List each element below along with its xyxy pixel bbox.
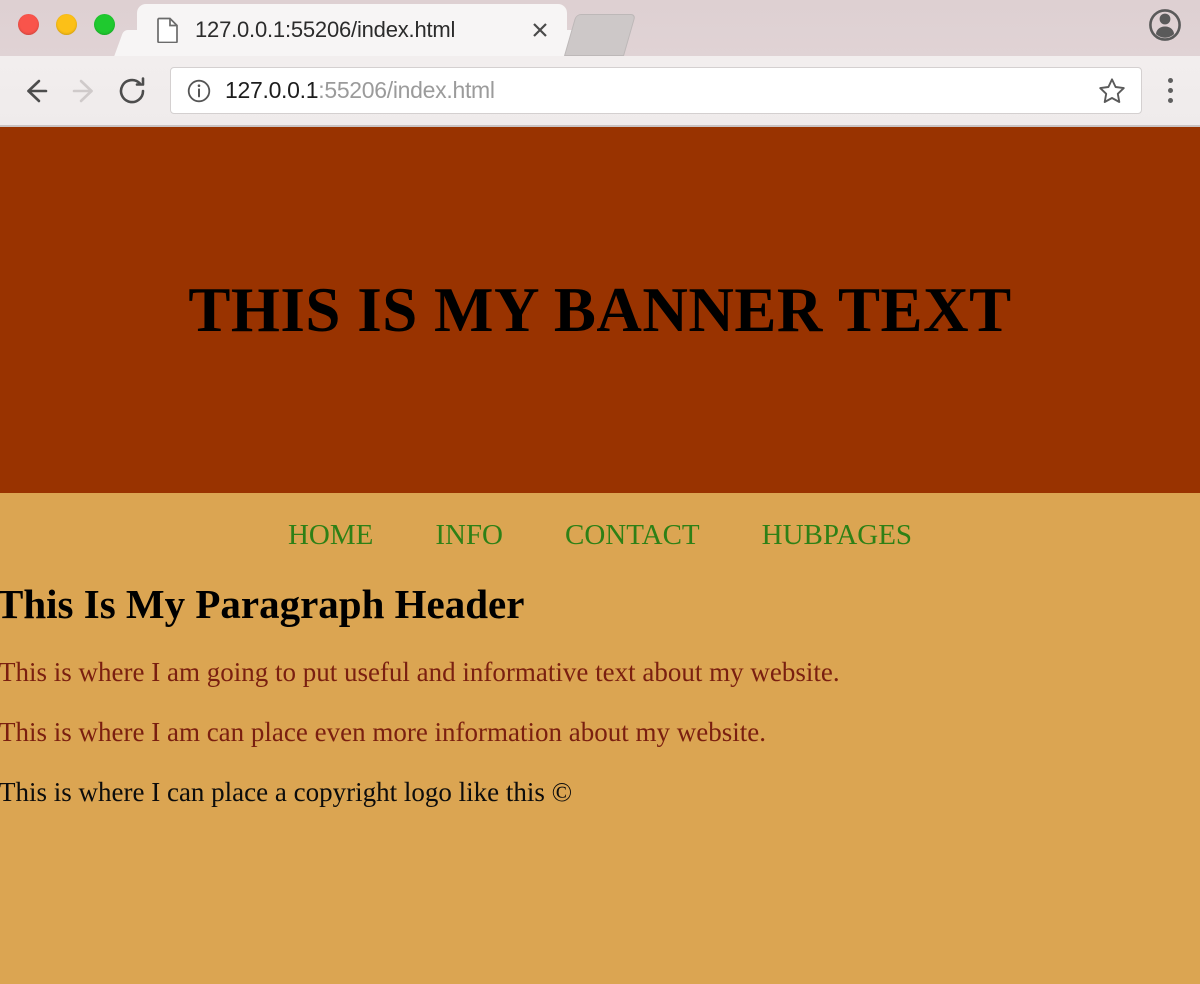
close-window-button[interactable] <box>18 14 39 35</box>
webpage-viewport: THIS IS MY BANNER TEXT HOME INFO CONTACT… <box>0 127 1200 984</box>
address-bar-url: 127.0.0.1:55206/index.html <box>225 77 1097 104</box>
browser-chrome: 127.0.0.1:55206/index.html 127.0.0.1:552… <box>0 0 1200 127</box>
back-icon[interactable] <box>12 67 60 115</box>
browser-toolbar: 127.0.0.1:55206/index.html <box>0 56 1200 127</box>
banner-heading: THIS IS MY BANNER TEXT <box>188 274 1012 345</box>
body-paragraph: This is where I am can place even more i… <box>0 717 766 747</box>
reload-icon[interactable] <box>108 67 156 115</box>
nav-link-info[interactable]: INFO <box>435 519 503 552</box>
browser-tab-title: 127.0.0.1:55206/index.html <box>195 17 456 42</box>
browser-menu-icon[interactable] <box>1152 69 1188 113</box>
url-path: :55206/index.html <box>318 77 495 103</box>
bookmark-star-icon[interactable] <box>1097 76 1127 106</box>
url-host: 127.0.0.1 <box>225 77 319 103</box>
menu-dot <box>1167 88 1173 93</box>
page-icon <box>157 17 179 44</box>
browser-tab-inactive[interactable] <box>563 14 637 56</box>
window-controls <box>18 14 115 35</box>
menu-dot <box>1167 78 1173 83</box>
address-bar[interactable]: 127.0.0.1:55206/index.html <box>170 67 1142 114</box>
nav-link-hubpages[interactable]: HUBPAGES <box>762 519 912 552</box>
close-icon[interactable] <box>527 17 553 43</box>
body-paragraph: This is where I can place a copyright lo… <box>0 777 573 807</box>
info-circle-icon[interactable] <box>187 79 211 103</box>
menu-dot <box>1167 98 1173 103</box>
forward-icon <box>60 67 108 115</box>
site-banner: THIS IS MY BANNER TEXT <box>0 127 1200 493</box>
minimize-window-button[interactable] <box>56 14 77 35</box>
profile-icon[interactable] <box>1148 8 1182 42</box>
browser-tab-active[interactable]: 127.0.0.1:55206/index.html <box>137 4 567 56</box>
site-navigation: HOME INFO CONTACT HUBPAGES <box>0 493 1200 552</box>
nav-link-home[interactable]: HOME <box>288 519 373 552</box>
maximize-window-button[interactable] <box>94 14 115 35</box>
page-title: This Is My Paragraph Header <box>0 581 525 627</box>
body-paragraph: This is where I am going to put useful a… <box>0 657 840 687</box>
tab-strip: 127.0.0.1:55206/index.html <box>0 0 1200 56</box>
nav-link-contact[interactable]: CONTACT <box>565 519 700 552</box>
